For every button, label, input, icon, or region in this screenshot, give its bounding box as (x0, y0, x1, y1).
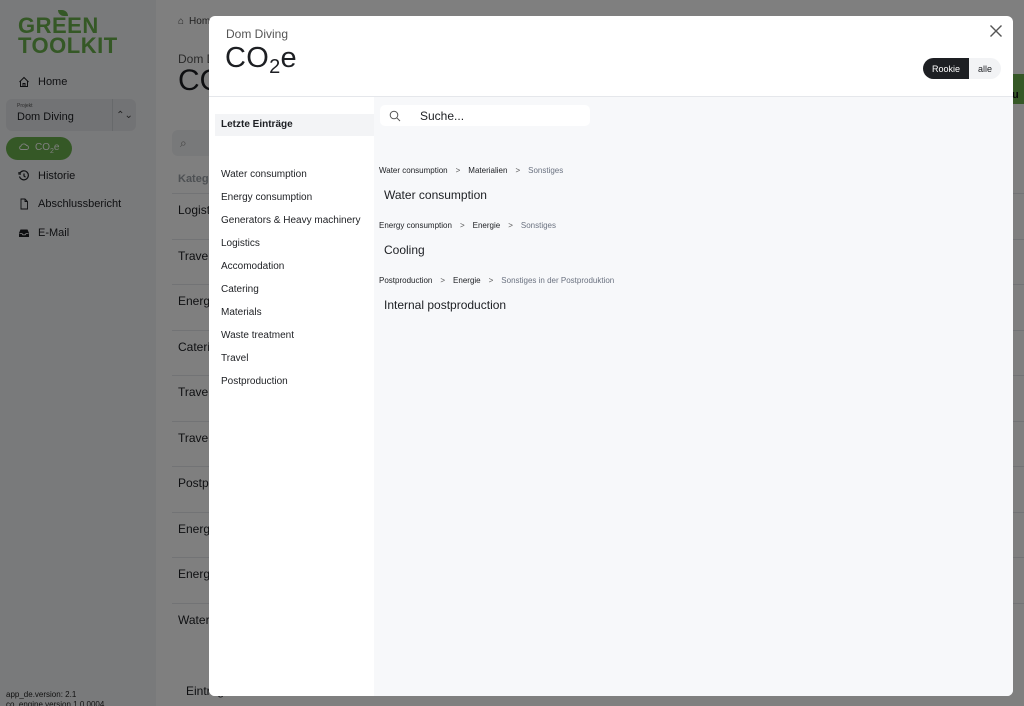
search-icon (380, 110, 410, 122)
result-name[interactable]: Internal postproduction (384, 298, 614, 312)
result-item[interactable]: Postproduction > Energie > Sonstiges in der … (379, 276, 614, 312)
path-separator: > (455, 166, 461, 175)
close-icon (990, 25, 1002, 37)
add-entry-modal: Dom Diving CO2e Rookie alle Letzte Eintr… (209, 16, 1013, 696)
category-item[interactable]: Energy consumption (221, 192, 361, 215)
category-item[interactable]: Water consumption (221, 169, 361, 192)
category-list: Water consumption Energy consumption Gener… (221, 169, 361, 399)
path-separator: > (488, 276, 494, 285)
results-panel: Water consumption>Materialien>SonstigesW… (374, 97, 1013, 696)
category-item[interactable]: Postproduction (221, 376, 361, 399)
result-path: Postproduction > Energie > Sonstiges in der … (379, 276, 614, 285)
path-segment: Water consumption (379, 166, 448, 175)
result-item[interactable]: Water consumption > Materialien > Sonstiges W… (379, 166, 563, 202)
path-segment: Energie (453, 276, 481, 285)
modal-title: CO2e (225, 42, 297, 78)
modal-project-name: Dom Diving (226, 27, 289, 41)
path-separator: > (515, 166, 521, 175)
search-field[interactable] (380, 105, 590, 126)
toggle-alle[interactable]: alle (969, 58, 1001, 79)
result-name[interactable]: Cooling (384, 243, 556, 257)
result-path: Energy consumption > Energie > Sonstiges (379, 221, 556, 230)
path-segment: Materialien (468, 166, 508, 175)
category-item[interactable]: Logistics (221, 238, 361, 261)
category-item[interactable]: Materials (221, 307, 361, 330)
modal-header: Dom Diving CO2e Rookie alle (209, 16, 1013, 97)
path-segment: Energie (472, 221, 501, 230)
toggle-rookie[interactable]: Rookie (922, 58, 969, 79)
category-item[interactable]: Waste treatment (221, 330, 361, 353)
category-item[interactable]: Accomodation (221, 261, 361, 284)
path-segment: Sonstiges (520, 221, 556, 230)
category-item[interactable]: Catering (221, 284, 361, 307)
category-item[interactable]: Travel (221, 353, 361, 376)
result-item[interactable]: Energy consumption > Energie > Sonstiges Cool… (379, 221, 556, 257)
path-segment: Energy consumption (379, 221, 452, 230)
path-segment: Sonstiges in der Postproduktion (501, 276, 615, 285)
result-name[interactable]: Water consumption (384, 188, 563, 202)
category-item[interactable]: Generators & Heavy machinery (221, 215, 361, 238)
path-separator: > (508, 221, 513, 230)
search-input[interactable] (410, 108, 580, 123)
level-toggle[interactable]: Rookie alle (922, 58, 1001, 79)
path-separator: > (440, 276, 446, 285)
category-recent-entries[interactable]: Letzte Einträge (215, 114, 374, 136)
category-panel: Letzte Einträge Water consumption Energy … (209, 97, 374, 696)
result-path: Water consumption > Materialien > Sonstiges (379, 166, 563, 175)
close-button[interactable] (988, 23, 1004, 39)
path-segment: Postproduction (379, 276, 433, 285)
path-separator: > (459, 221, 465, 230)
path-segment: Sonstiges (528, 166, 564, 175)
